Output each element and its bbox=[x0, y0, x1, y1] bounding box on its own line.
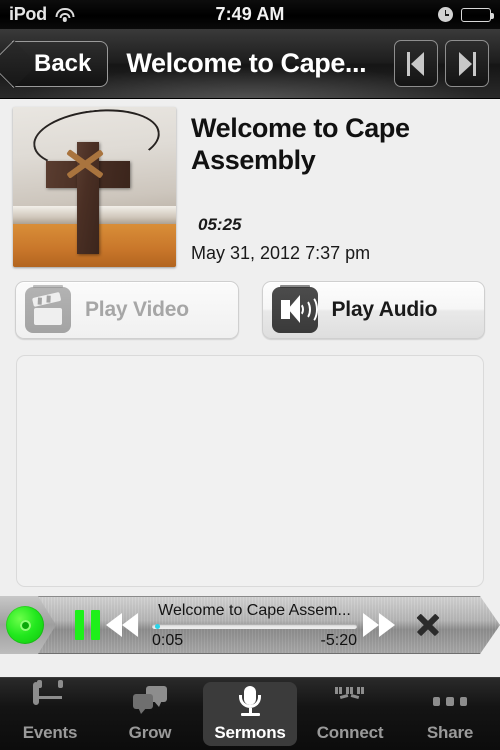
sermon-title: Welcome to Cape Assembly bbox=[191, 113, 410, 175]
previous-track-icon bbox=[405, 51, 427, 76]
tab-grow[interactable]: Grow bbox=[103, 682, 197, 746]
player-times: 0:05 -5:20 bbox=[152, 632, 357, 649]
tab-connect[interactable]: Connect bbox=[303, 682, 397, 746]
sermon-notes-panel[interactable] bbox=[16, 355, 484, 587]
tab-connect-label: Connect bbox=[316, 723, 384, 742]
sermon-meta: Welcome to Cape Assembly 05:25 May 31, 2… bbox=[176, 107, 500, 267]
clock-icon bbox=[438, 7, 453, 22]
status-bar-right bbox=[340, 7, 500, 22]
tab-events-label: Events bbox=[22, 723, 78, 742]
sermon-duration: 05:25 bbox=[198, 215, 242, 234]
status-bar-left: iPod bbox=[0, 4, 160, 25]
calendar-bar bbox=[36, 696, 62, 699]
more-dots-icon bbox=[433, 685, 467, 717]
pause-button[interactable] bbox=[72, 610, 102, 640]
play-video-button[interactable]: Play Video bbox=[15, 281, 239, 339]
app-screen: iPod 7:49 AM Back Welcome to Cape... Wel… bbox=[0, 0, 500, 750]
chat-bubble-front bbox=[133, 694, 153, 714]
wifi-icon bbox=[55, 7, 75, 22]
player-track-info: Welcome to Cape Assem... 0:05 -5:20 bbox=[152, 596, 357, 654]
mic-base bbox=[241, 713, 260, 717]
people-arm-left bbox=[339, 693, 349, 699]
tab-grow-label: Grow bbox=[128, 723, 172, 742]
audio-player-bar: Welcome to Cape Assem... 0:05 -5:20 bbox=[0, 596, 500, 654]
battery-icon bbox=[461, 7, 494, 22]
previous-track-button[interactable] bbox=[394, 40, 438, 87]
mic-arc bbox=[239, 695, 261, 708]
speaker-icon bbox=[271, 285, 318, 333]
play-video-label: Play Video bbox=[85, 298, 189, 321]
next-track-button[interactable] bbox=[445, 40, 489, 87]
sermon-thumbnail bbox=[13, 107, 176, 267]
carrier-label: iPod bbox=[9, 4, 47, 24]
play-audio-label: Play Audio bbox=[331, 298, 438, 321]
status-bar: iPod 7:49 AM bbox=[0, 0, 500, 29]
content-area: Welcome to Cape Assembly 05:25 May 31, 2… bbox=[0, 99, 500, 677]
clapper-body bbox=[34, 308, 62, 325]
status-time: 7:49 AM bbox=[215, 4, 285, 24]
calendar-icon bbox=[33, 682, 67, 717]
progress-slider[interactable] bbox=[152, 622, 357, 630]
chat-bubbles-icon bbox=[133, 685, 167, 717]
tab-share-label: Share bbox=[426, 723, 474, 742]
tab-bar: Events Grow Sermons Connect Share bbox=[0, 677, 500, 750]
nav-actions bbox=[394, 40, 500, 87]
people-arm-right bbox=[350, 693, 360, 699]
rewind-button[interactable] bbox=[102, 610, 148, 640]
clapper-top bbox=[31, 291, 62, 307]
microphone-icon bbox=[233, 685, 267, 717]
player-track-title: Welcome to Cape Assem... bbox=[158, 601, 351, 619]
next-track-icon bbox=[456, 51, 478, 76]
remaining-time: -5:20 bbox=[320, 631, 357, 649]
elapsed-time: 0:05 bbox=[152, 631, 184, 649]
clapperboard-icon bbox=[25, 285, 71, 333]
tab-sermons[interactable]: Sermons bbox=[203, 682, 297, 746]
action-buttons: Play Video Play Audio bbox=[0, 267, 500, 339]
disc-icon bbox=[6, 606, 44, 644]
tab-sermons-label: Sermons bbox=[214, 723, 286, 742]
navigation-bar: Back Welcome to Cape... bbox=[0, 29, 500, 99]
play-audio-button[interactable]: Play Audio bbox=[261, 281, 485, 339]
sound-wave-3 bbox=[301, 295, 318, 324]
progress-rail bbox=[152, 623, 357, 629]
sermon-date: May 31, 2012 7:37 pm bbox=[191, 243, 371, 263]
tab-share[interactable]: Share bbox=[403, 682, 497, 746]
back-button[interactable]: Back bbox=[12, 40, 109, 87]
tab-events[interactable]: Events bbox=[3, 682, 97, 746]
speaker-body bbox=[280, 295, 300, 323]
fast-forward-button[interactable] bbox=[359, 610, 405, 640]
page-title: Welcome to Cape... bbox=[126, 48, 367, 78]
people-icon bbox=[333, 685, 367, 717]
sermon-detail-row: Welcome to Cape Assembly 05:25 May 31, 2… bbox=[0, 99, 500, 267]
player-disc-badge[interactable] bbox=[0, 596, 50, 654]
close-player-button[interactable] bbox=[405, 602, 451, 648]
calendar-body bbox=[33, 682, 39, 705]
